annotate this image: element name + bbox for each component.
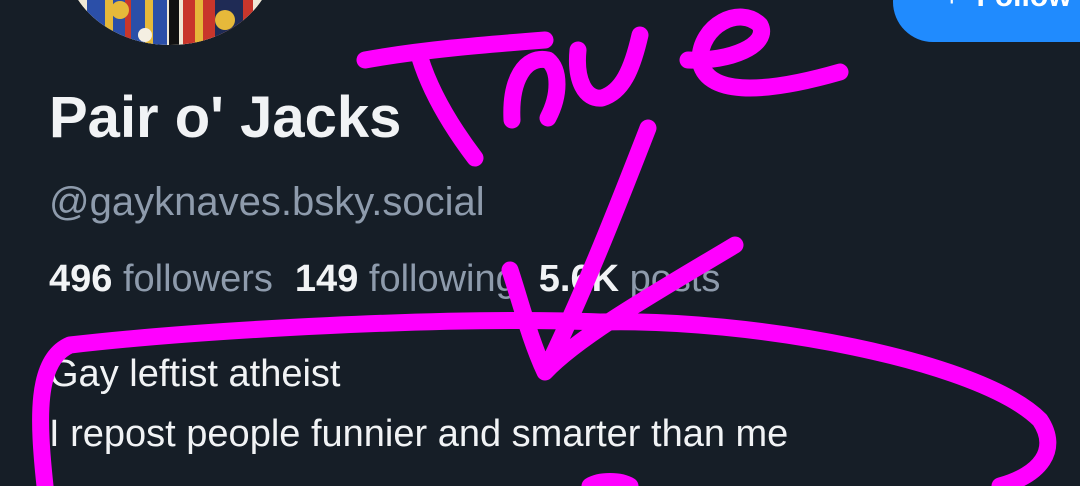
following-count: 149 (294, 258, 359, 300)
annotation-letter-e (679, 8, 849, 97)
profile-handle: @gayknaves.bsky.social (49, 180, 485, 224)
plus-icon: + (943, 0, 961, 14)
annotation-letter-t-bar (356, 31, 554, 69)
bio-line-1: Gay leftist atheist (49, 353, 341, 395)
posts-stat: 5.6K posts (539, 258, 721, 300)
posts-count: 5.6K (538, 258, 620, 300)
bio-line-2: I repost people funnier and smarter than… (49, 413, 789, 455)
annotation-letter-u (568, 26, 649, 107)
followers-stat[interactable]: 496 followers (49, 258, 273, 300)
annotation-letter-t-stem (411, 49, 484, 167)
profile-stats: 496 followers 149 following 5.6K posts (49, 253, 742, 305)
profile-display-name: Pair o' Jacks (49, 85, 402, 150)
following-stat[interactable]: 149 following (295, 258, 517, 300)
profile-bio: Gay leftist atheist I repost people funn… (49, 344, 788, 464)
followers-count: 496 (49, 258, 113, 300)
followers-label: followers (122, 258, 273, 300)
follow-button[interactable]: + Follow (893, 0, 1080, 42)
follow-button-label: Follow (977, 0, 1072, 14)
annotation-letter-r (503, 50, 566, 129)
jack-playing-card-avatar-icon (65, 0, 275, 45)
avatar[interactable] (65, 0, 275, 45)
posts-label: posts (629, 258, 721, 300)
annotation-checkmark (501, 119, 744, 381)
following-label: following (368, 258, 517, 300)
